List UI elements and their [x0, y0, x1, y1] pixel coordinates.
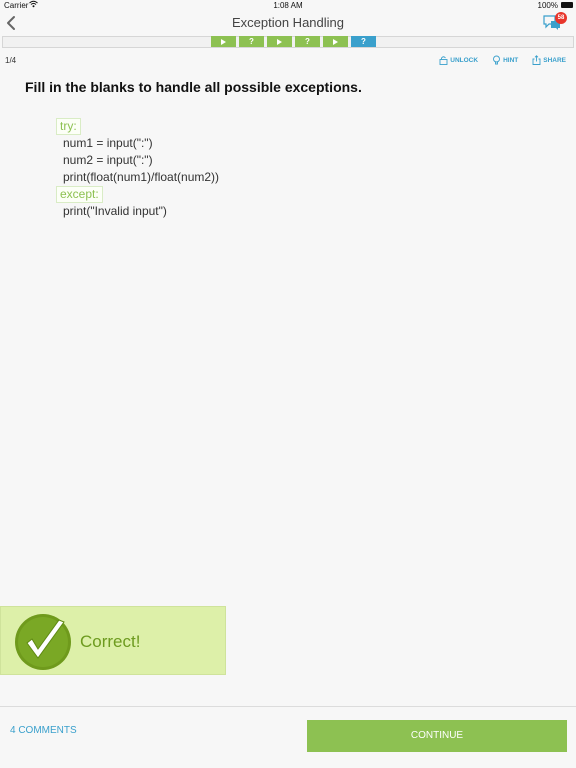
lightbulb-icon: [493, 55, 501, 65]
status-bar: Carrier 1:08 AM 100%: [0, 0, 576, 12]
code-line: num1 = input(":"): [63, 136, 153, 150]
play-icon: [221, 38, 226, 45]
result-text: Correct!: [80, 632, 141, 651]
code-block: try: num1 = input(":") num2 = input(":")…: [56, 118, 219, 220]
battery-icon: [561, 2, 573, 8]
comments-link[interactable]: 4 COMMENTS: [10, 725, 77, 736]
nav-bar: Exception Handling 58: [0, 12, 576, 34]
share-button[interactable]: SHARE: [532, 55, 566, 65]
lesson-actions: UNLOCK HINT SHARE: [439, 55, 566, 65]
progress-step-6[interactable]: ?: [351, 36, 376, 47]
notifications-button[interactable]: 58: [542, 12, 567, 33]
code-line: print("Invalid input"): [63, 204, 167, 218]
progress-steps: ???: [211, 36, 379, 48]
code-line: print(float(num1)/float(num2)): [63, 170, 220, 184]
hint-label: HINT: [503, 56, 519, 64]
code-line: try:: [56, 118, 219, 135]
progress-step-3[interactable]: [267, 36, 292, 47]
code-line: num2 = input(":"): [63, 153, 153, 167]
code-line: except:: [56, 186, 219, 203]
share-label: SHARE: [543, 56, 566, 64]
progress-step-2[interactable]: ?: [239, 36, 264, 47]
answer-blank-try[interactable]: try:: [56, 118, 81, 135]
hint-button[interactable]: HINT: [492, 55, 518, 65]
status-time: 1:08 AM: [273, 1, 303, 10]
progress-step-4[interactable]: ?: [295, 36, 320, 47]
page-title: Exception Handling: [231, 15, 345, 30]
unlock-label: UNLOCK: [450, 56, 479, 64]
unlock-button[interactable]: UNLOCK: [439, 55, 478, 65]
continue-button[interactable]: CONTINUE: [307, 720, 567, 752]
result-banner: Correct!: [0, 606, 226, 675]
page-counter: 1/4: [5, 56, 17, 65]
answer-blank-except[interactable]: except:: [56, 186, 103, 203]
play-icon: [277, 38, 282, 45]
progress-step-1[interactable]: [211, 36, 236, 47]
battery-percent: 100%: [537, 1, 558, 10]
question-text: Fill in the blanks to handle all possibl…: [25, 79, 362, 95]
footer-bar: 4 COMMENTS CONTINUE: [0, 706, 576, 768]
play-icon: [333, 38, 338, 45]
lock-icon: [439, 56, 448, 65]
notification-badge: 58: [555, 12, 567, 24]
progress-step-5[interactable]: [323, 36, 348, 47]
checkmark-icon: [15, 614, 71, 670]
share-icon: [532, 55, 541, 65]
